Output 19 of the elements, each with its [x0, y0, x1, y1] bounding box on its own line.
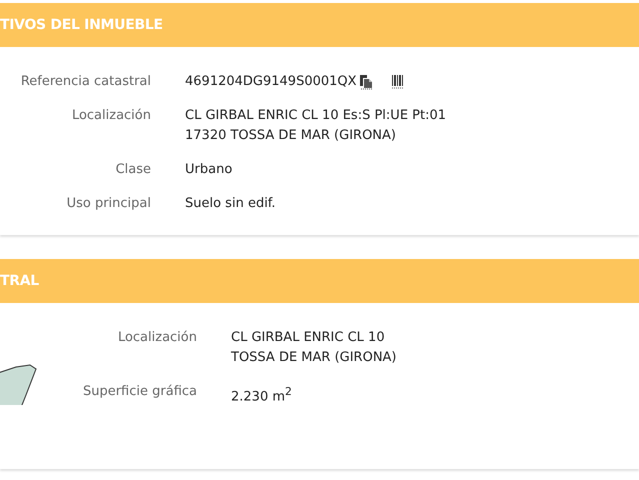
- field-value: 4691204DG9149S0001QX: [185, 73, 357, 91]
- field-value: 2.230 m$^{2}$: [231, 384, 292, 406]
- field-label: Referencia catastral: [20, 73, 151, 91]
- field-value: Urbano: [185, 161, 232, 179]
- field-value: Suelo sin edif.: [185, 195, 276, 213]
- field-label: Superficie gráfica: [82, 383, 197, 401]
- field-label: Localización: [70, 107, 151, 125]
- section-title: TIVOS DEL INMUEBLE: [0, 17, 163, 33]
- copy-icon[interactable]: [358, 74, 373, 90]
- field-label: Localización: [116, 329, 197, 347]
- field-label: Uso principal: [66, 195, 151, 213]
- barcode-icon[interactable]: [390, 74, 405, 90]
- parcel-drawing: [0, 364, 37, 405]
- field-value: TOSSA DE MAR (GIRONA): [231, 349, 397, 367]
- field-label: Clase: [114, 161, 151, 179]
- field-value: CL GIRBAL ENRIC CL 10 Es:S Pl:UE Pt:01: [185, 107, 446, 125]
- field-value: 17320 TOSSA DE MAR (GIRONA): [185, 127, 396, 145]
- section-title: TRAL: [0, 273, 39, 289]
- field-value: CL GIRBAL ENRIC CL 10: [231, 329, 385, 347]
